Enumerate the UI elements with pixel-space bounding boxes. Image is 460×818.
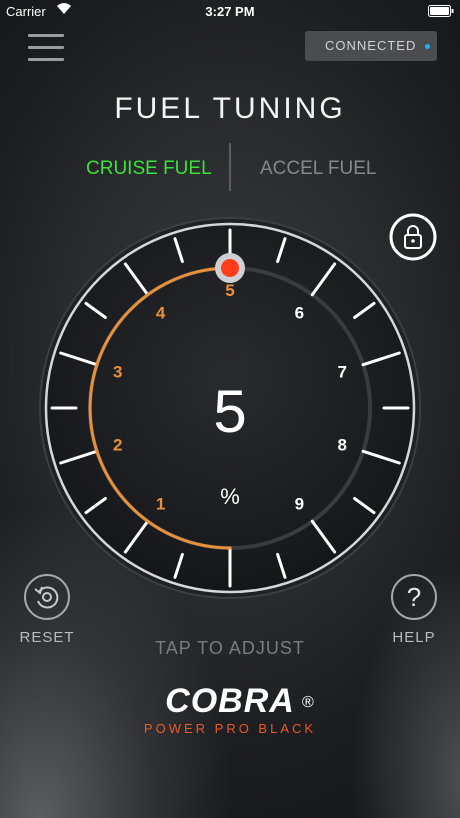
gauge-scale-label: 4 — [156, 304, 166, 323]
gauge-scale-label: 2 — [113, 435, 122, 454]
reset-icon — [24, 574, 70, 620]
lock-button[interactable] — [389, 213, 437, 261]
gauge-scale-label: 6 — [295, 304, 304, 323]
gauge-knob[interactable] — [215, 253, 245, 283]
gauge-scale-label: 1 — [156, 494, 165, 513]
gauge-scale-label: 7 — [337, 363, 346, 382]
brand-registered-mark: ® — [302, 694, 315, 711]
tap-to-adjust-hint: TAP TO ADJUST — [155, 638, 305, 658]
help-icon: ? — [391, 574, 437, 620]
lock-icon — [389, 213, 437, 261]
help-button[interactable]: ? — [390, 573, 438, 621]
gauge-scale-label: 3 — [113, 363, 122, 382]
reset-button[interactable] — [23, 573, 71, 621]
brand-tagline: POWER PRO BLACK — [143, 721, 317, 736]
brand-name: COBRA ® — [165, 682, 315, 720]
gauge-scale-label: 8 — [337, 435, 346, 454]
help-glyph: ? — [407, 582, 421, 612]
gauge-scale-label: 5 — [225, 281, 234, 300]
gauge-unit: % — [220, 484, 240, 509]
brand-logo: COBRA ® POWER PRO BLACK — [0, 682, 460, 736]
gauge-value: 5 — [213, 378, 246, 445]
gauge-scale-label: 9 — [295, 494, 304, 513]
